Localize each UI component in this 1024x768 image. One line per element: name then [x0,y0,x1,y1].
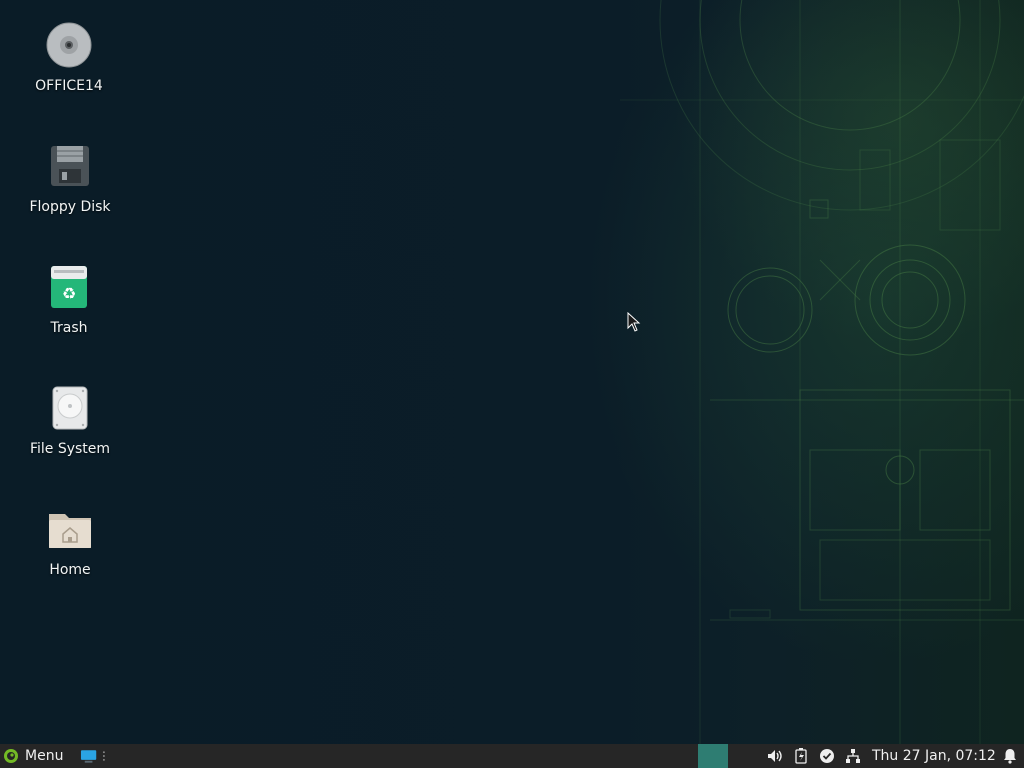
taskbar: Menu Thu 27 Jan, 07:12 [0,744,1024,768]
menu-button[interactable]: Menu [0,744,69,768]
opensuse-logo-icon [4,749,18,763]
updates-check-icon[interactable] [819,748,835,764]
panel-handle-icon[interactable] [102,750,106,762]
battery-icon[interactable] [793,748,809,764]
optical-disc-icon [46,22,92,68]
floppy-disk-icon [51,146,89,186]
mouse-cursor-icon [627,312,641,332]
home-folder-icon [49,514,91,548]
desktop-icon-office14[interactable]: OFFICE14 [14,22,124,94]
desktop-icon-label: OFFICE14 [35,78,103,94]
desktop-icon-label: Trash [50,320,88,336]
system-tray [762,744,866,768]
desktop-icon-floppy-disk[interactable]: Floppy Disk [15,143,125,215]
hard-drive-icon [52,386,88,430]
desktop[interactable]: OFFICE14 Floppy Disk ♻ Trash File System… [0,0,1024,744]
monitor-icon [80,750,97,763]
menu-label: Menu [25,748,64,764]
clock[interactable]: Thu 27 Jan, 07:12 [872,744,996,768]
desktop-icon-label: Floppy Disk [29,199,111,215]
svg-text:♻: ♻ [62,284,76,303]
trash-icon: ♻ [51,266,87,308]
notification-bell-icon[interactable] [1002,748,1018,764]
desktop-icon-label: Home [49,562,91,578]
desktop-icon-file-system[interactable]: File System [15,385,125,457]
volume-icon[interactable] [767,748,783,764]
desktop-icon-label: File System [29,441,111,457]
desktop-icon-trash[interactable]: ♻ Trash [14,264,124,336]
workspace-switcher[interactable] [698,744,728,768]
wallpaper-blueprint-art [620,0,1024,744]
network-icon[interactable] [845,748,861,764]
show-desktop-button[interactable] [80,748,106,764]
desktop-icon-home[interactable]: Home [15,506,125,578]
